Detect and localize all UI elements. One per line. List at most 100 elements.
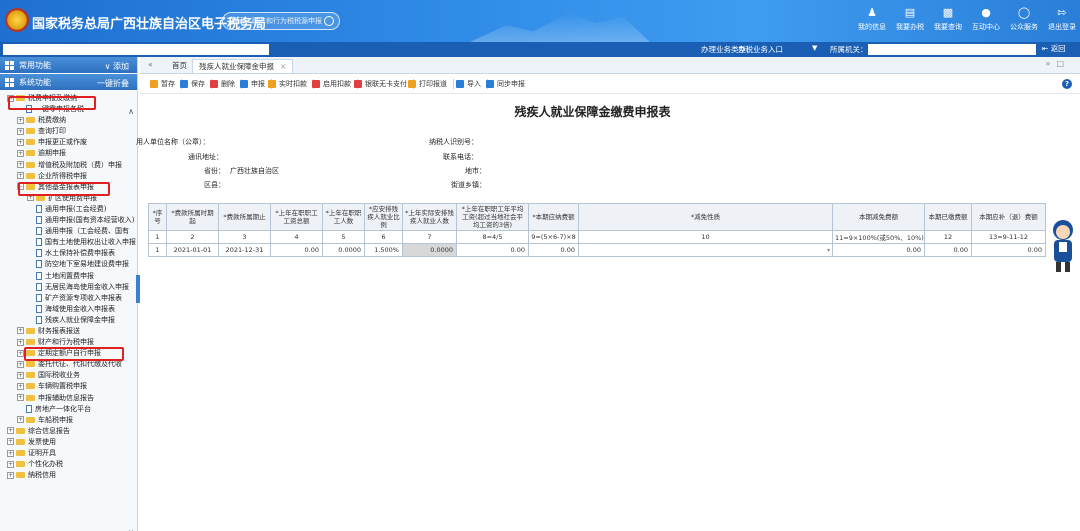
add-common-button[interactable]: ∨ 添加 (105, 61, 129, 72)
expand-icon[interactable]: + (17, 161, 24, 169)
tab-scroll-right[interactable]: »□ (1046, 59, 1070, 68)
table-cell[interactable]: 1.500% (364, 243, 403, 257)
context-input[interactable] (3, 44, 269, 55)
org-select[interactable] (868, 44, 1036, 55)
expand-icon[interactable]: + (17, 138, 24, 146)
nav-public-service[interactable]: ◯ 公众服务 (1006, 0, 1042, 42)
toolbar-button[interactable]: 实时扣款 (268, 79, 314, 90)
tab-disabled-fund[interactable]: 残疾人就业保障金申报 × (192, 59, 294, 73)
tree-item[interactable]: + 证明开具 (0, 448, 136, 459)
tree-item[interactable]: 通用申报（工会经费、国有 (0, 226, 136, 237)
tree-item[interactable]: 防空地下室易地建设费申报 (0, 259, 136, 270)
nav-logout[interactable]: ⇰ 退出登录 (1044, 0, 1080, 42)
assistant-mascot-icon[interactable] (1050, 218, 1076, 274)
expand-icon[interactable]: + (17, 327, 24, 335)
tree-item[interactable]: + 税费缴纳 (0, 115, 136, 126)
tree-item[interactable]: 房地产一体化平台 (0, 404, 136, 415)
expand-icon[interactable]: + (17, 116, 24, 124)
tree-item[interactable]: + 车船税申报 (0, 415, 136, 426)
expand-icon[interactable]: + (17, 349, 24, 357)
tree-item[interactable]: + 申报更正或作废 (0, 137, 136, 148)
relief-type-select[interactable]: ▾ (578, 243, 833, 257)
back-button[interactable]: ⇤ 返回 (1042, 43, 1066, 54)
toolbar-button[interactable]: 保存 (180, 79, 212, 90)
tree-item[interactable]: 通用申报(国有资本经营收入) (0, 215, 136, 226)
expand-icon[interactable]: + (17, 371, 24, 379)
expand-icon[interactable]: + (7, 427, 14, 435)
tab-scroll-left[interactable]: « (148, 60, 153, 69)
toolbar-button-label: 删除 (221, 80, 235, 88)
search-box[interactable]: 搜索：财产和行为税税源申报 (222, 12, 340, 30)
nav-tax-handling[interactable]: ▤ 我要办税 (892, 0, 928, 42)
expand-icon[interactable]: + (17, 382, 24, 390)
tree-item[interactable]: + 车辆购置税申报 (0, 381, 136, 392)
expand-icon[interactable]: + (17, 394, 24, 402)
expand-icon[interactable]: + (7, 438, 14, 446)
nav-interaction[interactable]: ● 互动中心 (968, 0, 1004, 42)
common-functions-header[interactable]: 常用功能 ∨ 添加 (0, 57, 137, 74)
table-cell[interactable]: 0.00 (924, 243, 972, 257)
collapse-all-button[interactable]: 一键折叠 (97, 78, 129, 89)
toolbar-button[interactable]: 打印报道 (408, 79, 454, 90)
tree-item[interactable]: + 增值税及附加税（费）申报 (0, 160, 136, 171)
table-cell[interactable]: 0.00 (528, 243, 579, 257)
toolbar-button[interactable]: 同步申报 (486, 79, 525, 90)
tab-home[interactable]: 首页 (166, 59, 193, 73)
tree-item[interactable]: + 综合信息报告 (0, 426, 136, 437)
table-cell[interactable]: 0.00 (270, 243, 323, 257)
table-cell[interactable]: 0.00 (456, 243, 529, 257)
tree-item[interactable]: + 财务报表报送 (0, 326, 136, 337)
toolbar-button[interactable]: 导入 (456, 79, 488, 90)
expand-icon[interactable]: + (17, 172, 24, 180)
chevron-up-icon[interactable]: ∧ (127, 107, 135, 116)
sidebar-scrollbar[interactable]: ∧ ∨ (127, 107, 135, 531)
column-header: 本期已缴费额 (924, 203, 972, 231)
toolbar-button[interactable]: 删除 (210, 79, 242, 90)
chevron-down-icon[interactable]: ▼ (812, 44, 817, 52)
tree-item[interactable]: + 个性化办税 (0, 459, 136, 470)
tree-item[interactable]: + 发票使用 (0, 437, 136, 448)
expand-icon[interactable]: + (17, 149, 24, 157)
table-cell[interactable]: 0.0000 (322, 243, 365, 257)
tree-item[interactable]: + 納税信用 (0, 470, 136, 481)
folder-icon (26, 416, 35, 423)
document-icon (36, 282, 42, 291)
chevron-down-icon[interactable]: ▾ (827, 247, 830, 254)
table-cell[interactable]: 0.00 (832, 243, 925, 257)
tree-item[interactable]: 土地闲置费申报 (0, 271, 136, 282)
close-icon[interactable]: × (280, 62, 286, 71)
expand-icon[interactable]: + (7, 460, 14, 468)
business-type-select[interactable]: 办税业务入口 (738, 44, 783, 55)
expand-icon[interactable]: + (7, 449, 14, 457)
tree-item-label: 水土保持补偿费申报表 (45, 249, 115, 258)
tree-item[interactable]: + 查询打印 (0, 126, 136, 137)
tree-item[interactable]: 水土保持补偿费申报表 (0, 248, 136, 259)
tree-item[interactable]: 国有土地使用权出让收入申报表 (0, 237, 136, 248)
nav-my-info[interactable]: ♟ 我的信息 (854, 0, 890, 42)
search-icon[interactable] (324, 16, 334, 26)
toolbar-button[interactable]: 银联无卡支付 (354, 79, 414, 90)
table-cell[interactable]: 0.00 (971, 243, 1046, 257)
help-icon[interactable]: ? (1062, 79, 1072, 89)
tree-item[interactable]: 通用申报(工会经费) (0, 204, 136, 215)
expand-icon[interactable]: + (17, 338, 24, 346)
nav-query[interactable]: ▩ 我要查询 (930, 0, 966, 42)
expand-icon[interactable]: + (17, 360, 24, 368)
toolbar-button-icon (150, 80, 158, 88)
tree-item[interactable]: + 国际税收业务 (0, 370, 136, 381)
expand-icon[interactable]: + (17, 416, 24, 424)
expand-icon[interactable]: + (7, 471, 14, 479)
tree-item[interactable]: + 逾期申报 (0, 148, 136, 159)
expand-icon[interactable]: + (17, 127, 24, 135)
system-functions-header[interactable]: 系统功能 一键折叠 (0, 74, 137, 91)
tree-item[interactable]: 海域使用金收入申报表 (0, 304, 136, 315)
tree-item[interactable]: 残疾人就业保障金申报 (0, 315, 136, 326)
tax-emblem-icon (5, 8, 29, 32)
toolbar-button[interactable]: 启用扣款 (312, 79, 358, 90)
tree-item[interactable]: + 企业所得税申报 (0, 171, 136, 182)
tree-item[interactable]: 无居民海岛使用金收入申报 (0, 282, 136, 293)
column-header: *上年实际安排残疾人就业人数 (402, 203, 457, 231)
tree-item[interactable]: 矿产资源专项收入申报表 (0, 293, 136, 304)
toolbar-button[interactable]: 暂存 (150, 79, 182, 90)
tree-item[interactable]: + 申报辅助信息报告 (0, 393, 136, 404)
